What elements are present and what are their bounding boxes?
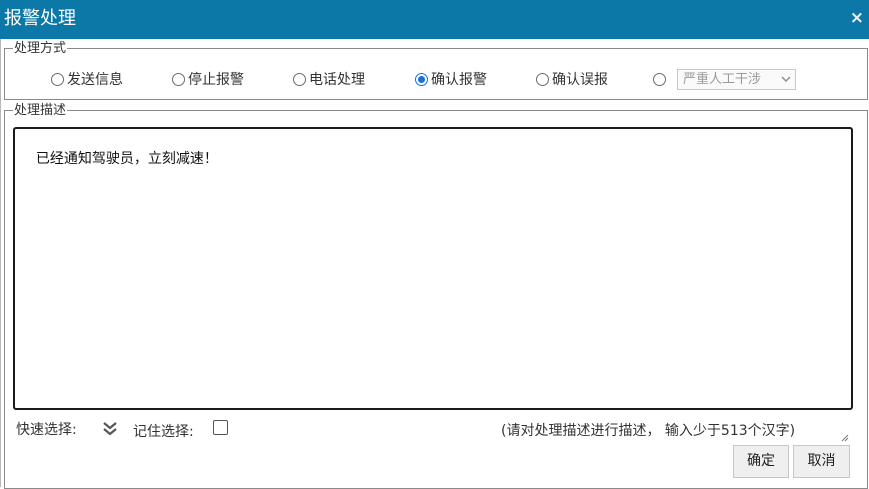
- radio-button[interactable]: [293, 72, 306, 86]
- confirm-button[interactable]: 确定: [733, 445, 789, 478]
- description-legend: 处理描述: [14, 103, 67, 118]
- radio-option-intervention[interactable]: [653, 69, 669, 89]
- remember-checkbox[interactable]: [213, 420, 228, 435]
- radio-option-false-alarm[interactable]: 确认误报: [536, 69, 608, 89]
- radio-label: 确认报警: [431, 72, 487, 88]
- radio-label: 确认误报: [552, 72, 608, 88]
- cancel-button[interactable]: 取消: [793, 445, 850, 478]
- description-text: 已经通知驾驶员，立刻减速！: [35, 151, 218, 167]
- dialog-border: [0, 39, 1, 487]
- radio-button[interactable]: [51, 72, 64, 86]
- dialog-title: 报警处理: [4, 8, 76, 29]
- chevron-down-icon: [781, 70, 791, 95]
- radio-option-confirm-alarm[interactable]: 确认报警: [415, 69, 487, 89]
- radio-button[interactable]: [653, 72, 666, 86]
- method-legend: 处理方式: [14, 41, 67, 56]
- radio-option-phone[interactable]: 电话处理: [293, 69, 365, 89]
- select-value: 严重人工干涉: [683, 72, 762, 87]
- description-textarea[interactable]: 已经通知驾驶员，立刻减速！: [13, 127, 853, 442]
- radio-label: 电话处理: [309, 72, 365, 88]
- close-icon[interactable]: ×: [850, 8, 864, 28]
- radio-button-checked[interactable]: [415, 72, 428, 86]
- input-hint: (请对处理描述进行描述， 输入少于513个汉字): [501, 423, 796, 439]
- remember-label: 记住选择:: [133, 424, 194, 440]
- double-chevron-down-icon[interactable]: [101, 420, 119, 438]
- resize-handle-icon[interactable]: [841, 398, 849, 442]
- intervention-select[interactable]: 严重人工干涉: [677, 69, 796, 90]
- title-bar: 报警处理 ×: [0, 0, 869, 39]
- radio-button[interactable]: [172, 72, 185, 86]
- radio-button[interactable]: [536, 72, 549, 86]
- radio-option-stop-alarm[interactable]: 停止报警: [172, 69, 244, 89]
- radio-label: 停止报警: [188, 72, 244, 88]
- radio-option-send-message[interactable]: 发送信息: [51, 69, 123, 89]
- quick-select-label: 快速选择:: [16, 422, 77, 438]
- radio-label: 发送信息: [67, 72, 123, 88]
